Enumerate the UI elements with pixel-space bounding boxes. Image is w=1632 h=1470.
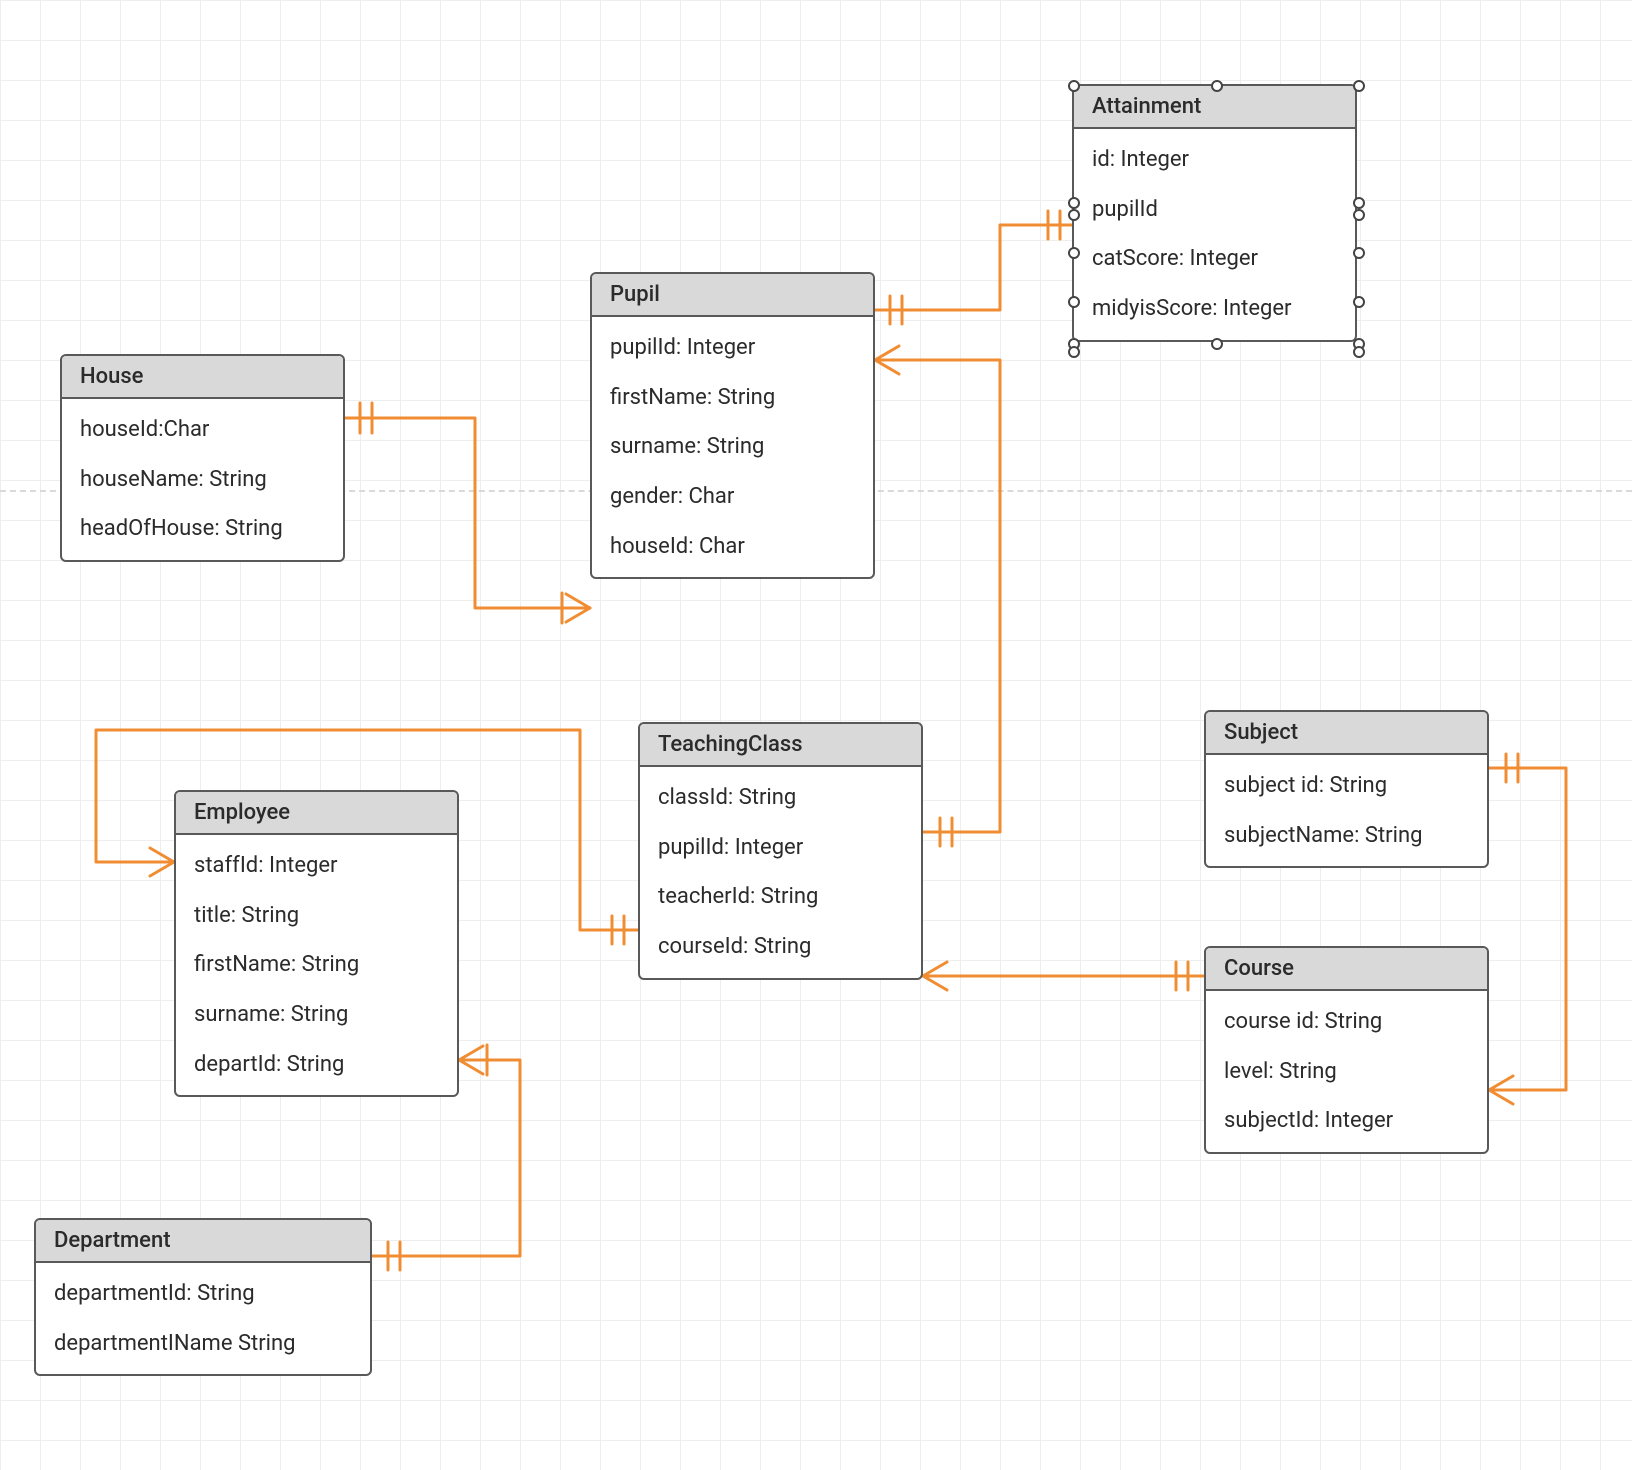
entity-attr: surname: String xyxy=(176,990,457,1040)
entity-teachingclass[interactable]: TeachingClassclassId: StringpupilId: Int… xyxy=(638,722,923,980)
selection-handle[interactable] xyxy=(1068,209,1080,221)
row-handle[interactable] xyxy=(1353,296,1365,308)
entity-attrs: departmentId: StringdepartmentIName Stri… xyxy=(36,1263,370,1374)
entity-attr: teacherId: String xyxy=(640,872,921,922)
entity-attr: staffId: Integer xyxy=(176,841,457,891)
selection-handle[interactable] xyxy=(1211,338,1223,350)
entity-attrs: staffId: Integertitle: StringfirstName: … xyxy=(176,835,457,1095)
entity-attr: course id: String xyxy=(1206,997,1487,1047)
entity-course[interactable]: Coursecourse id: Stringlevel: Stringsubj… xyxy=(1204,946,1489,1154)
entity-attrs: houseId:CharhouseName: StringheadOfHouse… xyxy=(62,399,343,560)
entity-attr: classId: String xyxy=(640,773,921,823)
entity-attr: midyisScore: Integer xyxy=(1074,284,1355,334)
selection-handle[interactable] xyxy=(1068,80,1080,92)
entity-title: House xyxy=(62,356,343,399)
entity-attr: pupilId xyxy=(1074,185,1355,235)
entity-attr: houseId: Char xyxy=(592,522,873,572)
entity-attr: subject id: String xyxy=(1206,761,1487,811)
row-handle[interactable] xyxy=(1353,247,1365,259)
row-handle[interactable] xyxy=(1068,247,1080,259)
selection-handle[interactable] xyxy=(1353,209,1365,221)
entity-attr: houseName: String xyxy=(62,455,343,505)
entity-employee[interactable]: EmployeestaffId: Integertitle: Stringfir… xyxy=(174,790,459,1097)
entity-attr: firstName: String xyxy=(592,373,873,423)
entity-attr: catScore: Integer xyxy=(1074,234,1355,284)
erd-canvas[interactable]: HousehouseId:CharhouseName: StringheadOf… xyxy=(0,0,1632,1470)
row-handle[interactable] xyxy=(1068,296,1080,308)
entity-title: Course xyxy=(1206,948,1487,991)
row-handle[interactable] xyxy=(1353,346,1365,358)
entity-attr: subjectName: String xyxy=(1206,811,1487,861)
entity-attr: surname: String xyxy=(592,422,873,472)
entity-attr: gender: Char xyxy=(592,472,873,522)
entity-attrs: course id: Stringlevel: StringsubjectId:… xyxy=(1206,991,1487,1152)
entity-attr: headOfHouse: String xyxy=(62,504,343,554)
entity-title: TeachingClass xyxy=(640,724,921,767)
entity-title: Department xyxy=(36,1220,370,1263)
entity-attr: departmentId: String xyxy=(36,1269,370,1319)
entity-attrs: id: IntegerpupilIdcatScore: Integermidyi… xyxy=(1074,129,1355,340)
entity-title: Pupil xyxy=(592,274,873,317)
entity-attrs: subject id: StringsubjectName: String xyxy=(1206,755,1487,866)
row-handle[interactable] xyxy=(1068,346,1080,358)
entity-pupil[interactable]: PupilpupilId: IntegerfirstName: Stringsu… xyxy=(590,272,875,579)
entity-attr: title: String xyxy=(176,891,457,941)
entity-attr: id: Integer xyxy=(1074,135,1355,185)
entity-attr: subjectId: Integer xyxy=(1206,1096,1487,1146)
entity-attainment[interactable]: Attainmentid: IntegerpupilIdcatScore: In… xyxy=(1072,84,1357,342)
entity-subject[interactable]: Subjectsubject id: StringsubjectName: St… xyxy=(1204,710,1489,868)
entity-attrs: classId: StringpupilId: IntegerteacherId… xyxy=(640,767,921,978)
entity-attrs: pupilId: IntegerfirstName: Stringsurname… xyxy=(592,317,873,577)
entity-attr: pupilId: Integer xyxy=(640,823,921,873)
entity-department[interactable]: DepartmentdepartmentId: Stringdepartment… xyxy=(34,1218,372,1376)
entity-attr: courseId: String xyxy=(640,922,921,972)
entity-attr: level: String xyxy=(1206,1047,1487,1097)
entity-attr: departId: String xyxy=(176,1040,457,1090)
entity-title: Attainment xyxy=(1074,86,1355,129)
selection-handle[interactable] xyxy=(1353,80,1365,92)
row-handle[interactable] xyxy=(1353,197,1365,209)
entity-attr: firstName: String xyxy=(176,940,457,990)
entity-attr: pupilId: Integer xyxy=(592,323,873,373)
entity-house[interactable]: HousehouseId:CharhouseName: StringheadOf… xyxy=(60,354,345,562)
entity-title: Subject xyxy=(1206,712,1487,755)
entity-attr: departmentIName String xyxy=(36,1319,370,1369)
selection-handle[interactable] xyxy=(1211,80,1223,92)
row-handle[interactable] xyxy=(1068,197,1080,209)
entity-title: Employee xyxy=(176,792,457,835)
entity-attr: houseId:Char xyxy=(62,405,343,455)
